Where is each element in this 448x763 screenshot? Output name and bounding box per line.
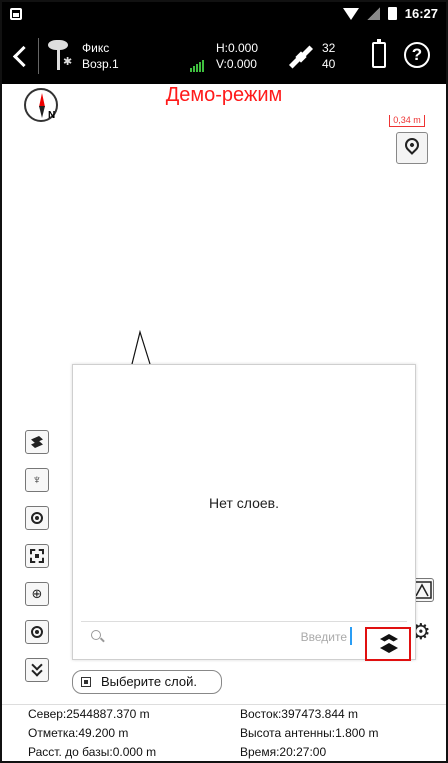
sats-visible: 40: [322, 57, 336, 71]
elevation-value: Отметка:49.200 m: [28, 726, 129, 740]
time-value: Время:20:27:00: [240, 745, 327, 759]
sats-used: 32: [322, 41, 336, 55]
status-time: 16:27: [404, 6, 438, 21]
back-icon[interactable]: [8, 38, 32, 74]
focus-button[interactable]: [25, 544, 49, 568]
choose-layer-button[interactable]: Выберите слой.: [72, 670, 222, 694]
choose-layer-label: Выберите слой.: [101, 674, 198, 689]
cell-signal-icon: [366, 7, 380, 20]
satellite-count[interactable]: 32 40: [322, 40, 335, 72]
rover-icon[interactable]: ✱: [46, 38, 76, 72]
rover-small-icon: ♆: [32, 472, 42, 487]
solution-status-text: Фикс: [82, 41, 110, 55]
battery-icon[interactable]: [372, 39, 386, 68]
top-toolbar: ✱ Фикс Возр.1 H:0.000 V:0.000 32 40 ?: [2, 28, 446, 84]
auto-locate-button[interactable]: ⊕: [25, 582, 49, 606]
wifi-icon: [342, 7, 359, 20]
v-precision: V:0.000: [216, 57, 257, 71]
antenna-height-value: Высота антенны:1.800 m: [240, 726, 379, 740]
bluetooth-icon: ✱: [63, 56, 73, 68]
rover-settings-button[interactable]: ♆: [25, 468, 49, 492]
target-button[interactable]: [25, 506, 49, 530]
current-position-arrow: [131, 330, 151, 365]
status-bar: 16:27: [2, 2, 446, 28]
auto-locate-icon: ⊕: [31, 586, 43, 601]
satellite-icon[interactable]: [288, 45, 314, 69]
center-position-button[interactable]: [25, 620, 49, 644]
layer-select-icon: [81, 677, 91, 687]
battery-status-icon: [387, 7, 397, 20]
north-coordinate: Север:2544887.370 m: [28, 707, 150, 721]
locate-icon[interactable]: [396, 132, 428, 164]
signal-icon: [190, 60, 204, 72]
app-frame: 16:27 ✱ Фикс Возр.1 H:0.000 V:0.000 32 4…: [0, 0, 448, 763]
layers-button[interactable]: [25, 430, 49, 454]
expand-tools-button[interactable]: [25, 658, 49, 682]
precision-readout[interactable]: H:0.000 V:0.000: [216, 40, 258, 72]
demo-mode-label: Демо-режим: [165, 84, 283, 106]
map-view[interactable]: Демо-режим N 0,34 m ♆ ⊕ ⚙ Нет слоев. Вве…: [2, 84, 446, 704]
compass-north-letter: N: [48, 110, 56, 121]
layer-search-input[interactable]: [111, 626, 347, 648]
east-coordinate: Восток:397473.844 m: [240, 707, 359, 721]
solution-status[interactable]: Фикс Возр.1: [82, 40, 119, 72]
h-precision: H:0.000: [216, 41, 259, 55]
layer-search-bar: [81, 621, 407, 651]
no-layers-message: Нет слоев.: [209, 495, 279, 511]
layers-panel: Нет слоев.: [72, 364, 416, 661]
compass-icon[interactable]: N: [24, 88, 58, 122]
help-icon[interactable]: ?: [404, 42, 430, 68]
notification-icon: [10, 8, 22, 20]
scale-bar: 0,34 m: [389, 115, 425, 127]
base-distance-value: Расст. до базы:0.000 m: [28, 745, 157, 759]
status-right: 16:27: [342, 6, 438, 21]
text-cursor: [350, 627, 352, 645]
search-icon: [91, 630, 101, 640]
solution-mode-text: Возр.1: [82, 57, 119, 71]
toolbar-divider: [38, 38, 39, 74]
coordinates-panel: Север:2544887.370 m Восток:397473.844 m …: [2, 704, 446, 761]
layers-toggle-button[interactable]: [365, 627, 411, 661]
